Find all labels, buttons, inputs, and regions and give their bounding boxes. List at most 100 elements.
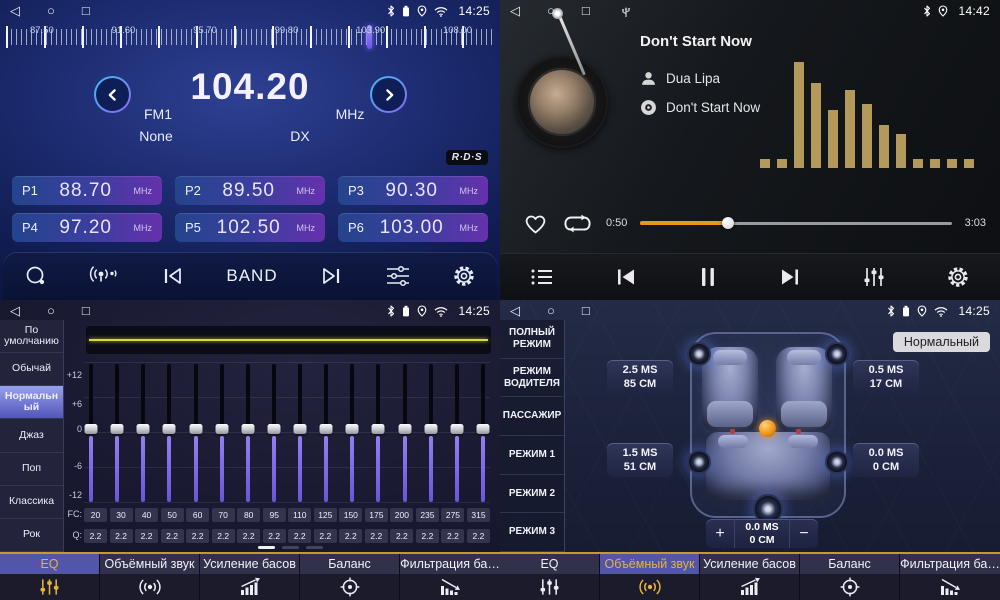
eq-band-slider[interactable] bbox=[136, 362, 150, 504]
eq-preset-item[interactable]: Поп bbox=[0, 453, 63, 486]
eq-band-slider[interactable] bbox=[450, 362, 464, 504]
home-button[interactable]: ○ bbox=[547, 0, 555, 22]
eq-band-slider[interactable] bbox=[398, 362, 412, 504]
preset-button-p3[interactable]: P390.30MHz bbox=[338, 176, 488, 205]
home-button[interactable]: ○ bbox=[47, 0, 55, 22]
mode-item-3[interactable]: ПАССАЖИР bbox=[500, 397, 564, 436]
tab-filter[interactable]: Фильтрация ба… bbox=[900, 554, 1000, 600]
back-button[interactable]: ◁ bbox=[510, 0, 520, 22]
slider-thumb[interactable] bbox=[137, 424, 150, 434]
rear-right-delay-button[interactable]: 0.0 MS 0 CM bbox=[853, 443, 919, 477]
eq-band-slider[interactable] bbox=[476, 362, 490, 504]
eq-band-slider[interactable] bbox=[267, 362, 281, 504]
tab-eq[interactable]: EQ bbox=[0, 554, 100, 600]
surround-preset-button[interactable]: Нормальный bbox=[893, 332, 990, 352]
next-track-icon[interactable] bbox=[778, 267, 802, 287]
tune-down-button[interactable] bbox=[94, 76, 131, 113]
slider-thumb[interactable] bbox=[241, 424, 254, 434]
band-button[interactable]: BAND bbox=[226, 266, 277, 286]
mode-item-6[interactable]: РЕЖИМ 3 bbox=[500, 513, 564, 552]
eq-band-slider[interactable] bbox=[241, 362, 255, 504]
back-button[interactable]: ◁ bbox=[10, 300, 20, 322]
slider-thumb[interactable] bbox=[320, 424, 333, 434]
rear-left-delay-button[interactable]: 1.5 MS 51 CM bbox=[607, 443, 673, 477]
eq-band-slider[interactable] bbox=[110, 362, 124, 504]
recents-button[interactable]: □ bbox=[82, 300, 90, 322]
preset-button-p4[interactable]: P497.20MHz bbox=[12, 213, 162, 242]
decrease-delay-button[interactable]: − bbox=[790, 519, 818, 548]
slider-thumb[interactable] bbox=[111, 424, 124, 434]
preset-button-p6[interactable]: P6103.00MHz bbox=[338, 213, 488, 242]
previous-track-icon[interactable] bbox=[614, 267, 638, 287]
settings-gear-icon[interactable] bbox=[946, 265, 970, 289]
pause-icon[interactable] bbox=[698, 266, 718, 288]
tab-eq[interactable]: EQ bbox=[500, 554, 600, 600]
preset-button-p5[interactable]: P5102.50MHz bbox=[175, 213, 325, 242]
tab-filter[interactable]: Фильтрация ба… bbox=[400, 554, 500, 600]
tab-surround-sound[interactable]: Объёмный звук bbox=[100, 554, 200, 600]
recents-button[interactable]: □ bbox=[582, 0, 590, 22]
recents-button[interactable]: □ bbox=[582, 300, 590, 322]
eq-band-slider[interactable] bbox=[162, 362, 176, 504]
eq-band-slider[interactable] bbox=[345, 362, 359, 504]
page-dash[interactable] bbox=[282, 546, 299, 549]
eq-preset-item[interactable]: Джаз bbox=[0, 419, 63, 452]
slider-thumb[interactable] bbox=[215, 424, 228, 434]
mode-item-1[interactable]: ПОЛНЫЙ РЕЖИМ bbox=[500, 320, 564, 359]
tune-up-button[interactable] bbox=[370, 76, 407, 113]
slider-thumb[interactable] bbox=[189, 424, 202, 434]
slider-thumb[interactable] bbox=[424, 424, 437, 434]
slider-thumb[interactable] bbox=[163, 424, 176, 434]
eq-preset-item[interactable]: Рок bbox=[0, 519, 63, 552]
seek-bar[interactable] bbox=[640, 222, 951, 225]
page-dash[interactable] bbox=[258, 546, 275, 549]
preset-button-p2[interactable]: P289.50MHz bbox=[175, 176, 325, 205]
eq-band-slider[interactable] bbox=[293, 362, 307, 504]
listening-position-dot[interactable] bbox=[759, 420, 776, 437]
slider-thumb[interactable] bbox=[398, 424, 411, 434]
repeat-icon[interactable] bbox=[562, 212, 593, 235]
page-dash[interactable] bbox=[306, 546, 323, 549]
eq-band-slider[interactable] bbox=[319, 362, 333, 504]
front-left-delay-button[interactable]: 2.5 MS 85 CM bbox=[607, 360, 673, 394]
recents-button[interactable]: □ bbox=[82, 0, 90, 22]
slider-thumb[interactable] bbox=[372, 424, 385, 434]
previous-station-icon[interactable] bbox=[161, 266, 185, 286]
slider-thumb[interactable] bbox=[450, 424, 463, 434]
increase-delay-button[interactable]: + bbox=[706, 519, 734, 548]
eq-band-slider[interactable] bbox=[189, 362, 203, 504]
tab-surround-sound[interactable]: Объёмный звук bbox=[600, 554, 700, 600]
settings-gear-icon[interactable] bbox=[452, 264, 476, 288]
eq-band-slider[interactable] bbox=[84, 362, 98, 504]
slider-thumb[interactable] bbox=[476, 424, 489, 434]
eq-preset-item[interactable]: Классика bbox=[0, 486, 63, 519]
back-button[interactable]: ◁ bbox=[10, 0, 20, 22]
eq-preset-item[interactable]: По умолчанию bbox=[0, 320, 63, 353]
mode-item-2[interactable]: РЕЖИМ ВОДИТЕЛЯ bbox=[500, 359, 564, 398]
next-station-icon[interactable] bbox=[319, 266, 343, 286]
mode-item-4[interactable]: РЕЖИМ 1 bbox=[500, 436, 564, 475]
slider-thumb[interactable] bbox=[85, 424, 98, 434]
eq-preset-item[interactable]: Нормальный bbox=[0, 386, 63, 419]
favorite-icon[interactable] bbox=[522, 211, 549, 235]
home-button[interactable]: ○ bbox=[47, 300, 55, 322]
slider-thumb[interactable] bbox=[267, 424, 280, 434]
front-right-delay-button[interactable]: 0.5 MS 17 CM bbox=[853, 360, 919, 394]
seek-thumb[interactable] bbox=[722, 217, 734, 229]
tab-balance[interactable]: Баланс bbox=[300, 554, 400, 600]
mode-item-5[interactable]: РЕЖИМ 2 bbox=[500, 475, 564, 514]
eq-band-slider[interactable] bbox=[424, 362, 438, 504]
equalizer-icon[interactable] bbox=[862, 266, 886, 288]
slider-thumb[interactable] bbox=[346, 424, 359, 434]
scan-icon[interactable] bbox=[24, 264, 48, 288]
audio-settings-icon[interactable] bbox=[385, 265, 411, 287]
playlist-icon[interactable] bbox=[530, 267, 554, 287]
tab-balance[interactable]: Баланс bbox=[800, 554, 900, 600]
tab-bass-boost[interactable]: Усиление басов bbox=[700, 554, 800, 600]
eq-band-slider[interactable] bbox=[215, 362, 229, 504]
home-button[interactable]: ○ bbox=[547, 300, 555, 322]
tab-bass-boost[interactable]: Усиление басов bbox=[200, 554, 300, 600]
eq-band-slider[interactable] bbox=[371, 362, 385, 504]
slider-thumb[interactable] bbox=[294, 424, 307, 434]
eq-preset-item[interactable]: Обычай bbox=[0, 353, 63, 386]
